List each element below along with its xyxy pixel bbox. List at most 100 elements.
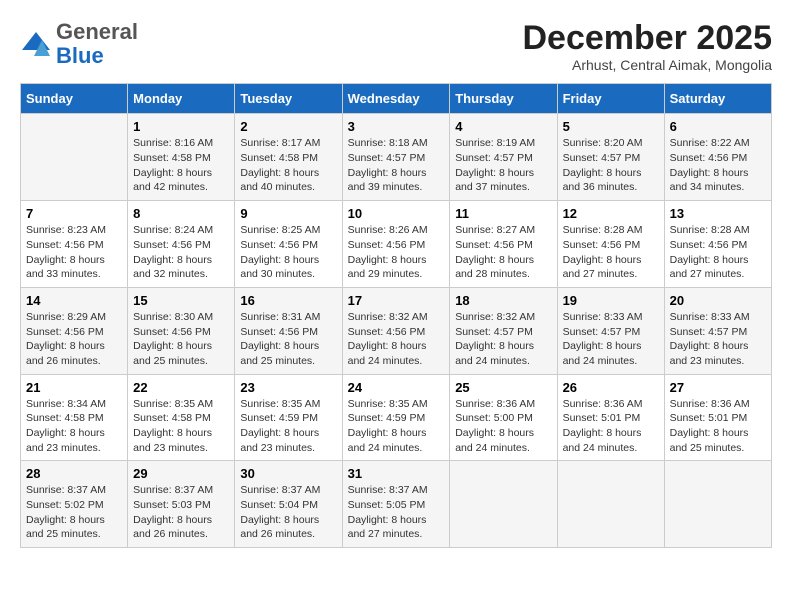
day-number: 12 [563, 206, 659, 221]
day-number: 18 [455, 293, 551, 308]
day-info: Sunrise: 8:35 AM Sunset: 4:59 PM Dayligh… [240, 397, 336, 456]
day-info: Sunrise: 8:25 AM Sunset: 4:56 PM Dayligh… [240, 223, 336, 282]
day-info: Sunrise: 8:29 AM Sunset: 4:56 PM Dayligh… [26, 310, 122, 369]
table-row: 8 Sunrise: 8:24 AM Sunset: 4:56 PM Daylig… [128, 201, 235, 288]
calendar-week-row: 1 Sunrise: 8:16 AM Sunset: 4:58 PM Daylig… [21, 114, 772, 201]
table-row [450, 461, 557, 548]
table-row: 12 Sunrise: 8:28 AM Sunset: 4:56 PM Dayli… [557, 201, 664, 288]
day-number: 25 [455, 380, 551, 395]
day-number: 10 [348, 206, 445, 221]
day-info: Sunrise: 8:26 AM Sunset: 4:56 PM Dayligh… [348, 223, 445, 282]
day-info: Sunrise: 8:27 AM Sunset: 4:56 PM Dayligh… [455, 223, 551, 282]
table-row: 18 Sunrise: 8:32 AM Sunset: 4:57 PM Dayli… [450, 287, 557, 374]
table-row: 22Sunrise: 8:35 AM Sunset: 4:58 PM Dayli… [128, 374, 235, 461]
calendar-header-wednesday: Wednesday [342, 84, 450, 114]
day-number: 24 [348, 380, 445, 395]
table-row: 16Sunrise: 8:31 AM Sunset: 4:56 PM Dayli… [235, 287, 342, 374]
day-info: Sunrise: 8:24 AM Sunset: 4:56 PM Dayligh… [133, 223, 229, 282]
day-number: 6 [670, 119, 766, 134]
day-number: 11 [455, 206, 551, 221]
day-number: 8 [133, 206, 229, 221]
calendar-table: SundayMondayTuesdayWednesdayThursdayFrid… [20, 83, 772, 548]
day-info: Sunrise: 8:37 AM Sunset: 5:02 PM Dayligh… [26, 483, 122, 542]
day-info: Sunrise: 8:23 AM Sunset: 4:56 PM Dayligh… [26, 223, 122, 282]
calendar-header-saturday: Saturday [664, 84, 771, 114]
day-info: Sunrise: 8:32 AM Sunset: 4:57 PM Dayligh… [455, 310, 551, 369]
calendar-header-row: SundayMondayTuesdayWednesdayThursdayFrid… [21, 84, 772, 114]
table-row [557, 461, 664, 548]
table-row: 4 Sunrise: 8:19 AM Sunset: 4:57 PM Daylig… [450, 114, 557, 201]
table-row: 2Sunrise: 8:17 AM Sunset: 4:58 PM Daylig… [235, 114, 342, 201]
calendar-week-row: 28 Sunrise: 8:37 AM Sunset: 5:02 PM Dayli… [21, 461, 772, 548]
day-info: Sunrise: 8:19 AM Sunset: 4:57 PM Dayligh… [455, 136, 551, 195]
table-row: 24 Sunrise: 8:35 AM Sunset: 4:59 PM Dayli… [342, 374, 450, 461]
table-row: 19Sunrise: 8:33 AM Sunset: 4:57 PM Dayli… [557, 287, 664, 374]
day-info: Sunrise: 8:28 AM Sunset: 4:56 PM Dayligh… [563, 223, 659, 282]
day-number: 28 [26, 466, 122, 481]
day-number: 1 [133, 119, 229, 134]
calendar-header-sunday: Sunday [21, 84, 128, 114]
day-number: 17 [348, 293, 445, 308]
calendar-header-friday: Friday [557, 84, 664, 114]
table-row: 6Sunrise: 8:22 AM Sunset: 4:56 PM Daylig… [664, 114, 771, 201]
day-info: Sunrise: 8:36 AM Sunset: 5:01 PM Dayligh… [563, 397, 659, 456]
day-info: Sunrise: 8:37 AM Sunset: 5:05 PM Dayligh… [348, 483, 445, 542]
table-row: 3Sunrise: 8:18 AM Sunset: 4:57 PM Daylig… [342, 114, 450, 201]
calendar-week-row: 7 Sunrise: 8:23 AM Sunset: 4:56 PM Daylig… [21, 201, 772, 288]
table-row [664, 461, 771, 548]
calendar-header-thursday: Thursday [450, 84, 557, 114]
page-header: General Blue December 2025 Arhust, Centr… [20, 20, 772, 73]
logo-general-text: General [56, 19, 138, 44]
day-info: Sunrise: 8:17 AM Sunset: 4:58 PM Dayligh… [240, 136, 336, 195]
calendar-week-row: 21Sunrise: 8:34 AM Sunset: 4:58 PM Dayli… [21, 374, 772, 461]
title-block: December 2025 Arhust, Central Aimak, Mon… [522, 20, 772, 73]
day-info: Sunrise: 8:16 AM Sunset: 4:58 PM Dayligh… [133, 136, 229, 195]
day-number: 27 [670, 380, 766, 395]
table-row: 17 Sunrise: 8:32 AM Sunset: 4:56 PM Dayli… [342, 287, 450, 374]
calendar-header-tuesday: Tuesday [235, 84, 342, 114]
location-subtitle: Arhust, Central Aimak, Mongolia [522, 57, 772, 73]
day-info: Sunrise: 8:37 AM Sunset: 5:03 PM Dayligh… [133, 483, 229, 542]
table-row: 7 Sunrise: 8:23 AM Sunset: 4:56 PM Daylig… [21, 201, 128, 288]
day-info: Sunrise: 8:30 AM Sunset: 4:56 PM Dayligh… [133, 310, 229, 369]
table-row: 15 Sunrise: 8:30 AM Sunset: 4:56 PM Dayli… [128, 287, 235, 374]
table-row: 25Sunrise: 8:36 AM Sunset: 5:00 PM Dayli… [450, 374, 557, 461]
day-info: Sunrise: 8:33 AM Sunset: 4:57 PM Dayligh… [670, 310, 766, 369]
table-row [21, 114, 128, 201]
day-number: 29 [133, 466, 229, 481]
day-number: 21 [26, 380, 122, 395]
day-number: 23 [240, 380, 336, 395]
logo-blue-text: Blue [56, 43, 104, 68]
logo: General Blue [20, 20, 138, 68]
table-row: 27Sunrise: 8:36 AM Sunset: 5:01 PM Dayli… [664, 374, 771, 461]
table-row: 13 Sunrise: 8:28 AM Sunset: 4:56 PM Dayli… [664, 201, 771, 288]
day-number: 30 [240, 466, 336, 481]
table-row: 21Sunrise: 8:34 AM Sunset: 4:58 PM Dayli… [21, 374, 128, 461]
day-info: Sunrise: 8:35 AM Sunset: 4:59 PM Dayligh… [348, 397, 445, 456]
table-row: 11 Sunrise: 8:27 AM Sunset: 4:56 PM Dayli… [450, 201, 557, 288]
day-number: 15 [133, 293, 229, 308]
day-info: Sunrise: 8:28 AM Sunset: 4:56 PM Dayligh… [670, 223, 766, 282]
table-row: 1 Sunrise: 8:16 AM Sunset: 4:58 PM Daylig… [128, 114, 235, 201]
day-number: 13 [670, 206, 766, 221]
day-number: 20 [670, 293, 766, 308]
table-row: 31 Sunrise: 8:37 AM Sunset: 5:05 PM Dayli… [342, 461, 450, 548]
calendar-week-row: 14Sunrise: 8:29 AM Sunset: 4:56 PM Dayli… [21, 287, 772, 374]
day-number: 19 [563, 293, 659, 308]
table-row: 26 Sunrise: 8:36 AM Sunset: 5:01 PM Dayli… [557, 374, 664, 461]
day-info: Sunrise: 8:31 AM Sunset: 4:56 PM Dayligh… [240, 310, 336, 369]
month-title: December 2025 [522, 20, 772, 57]
day-number: 5 [563, 119, 659, 134]
day-number: 3 [348, 119, 445, 134]
day-number: 31 [348, 466, 445, 481]
table-row: 20 Sunrise: 8:33 AM Sunset: 4:57 PM Dayli… [664, 287, 771, 374]
day-number: 26 [563, 380, 659, 395]
day-number: 7 [26, 206, 122, 221]
table-row: 29 Sunrise: 8:37 AM Sunset: 5:03 PM Dayli… [128, 461, 235, 548]
day-info: Sunrise: 8:32 AM Sunset: 4:56 PM Dayligh… [348, 310, 445, 369]
logo-icon [20, 30, 52, 58]
day-number: 9 [240, 206, 336, 221]
table-row: 28 Sunrise: 8:37 AM Sunset: 5:02 PM Dayli… [21, 461, 128, 548]
day-number: 4 [455, 119, 551, 134]
day-info: Sunrise: 8:37 AM Sunset: 5:04 PM Dayligh… [240, 483, 336, 542]
